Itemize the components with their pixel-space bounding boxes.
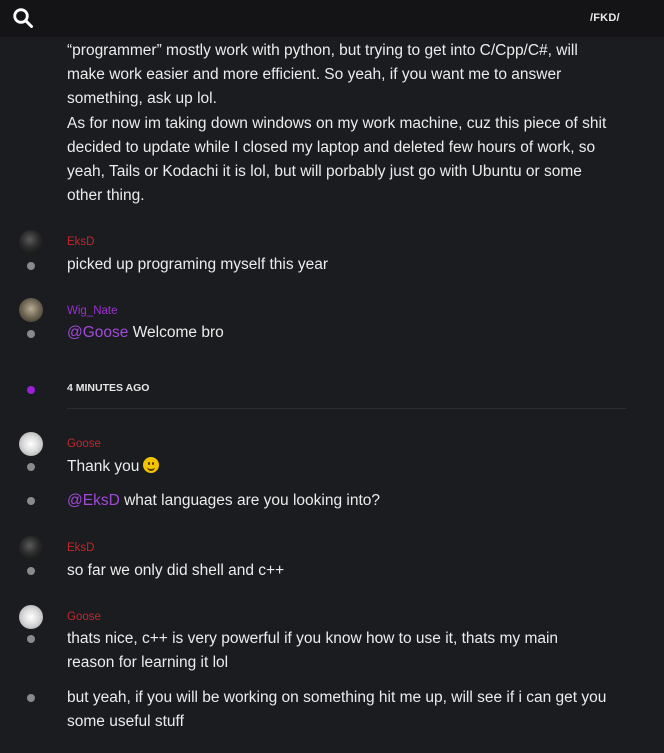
time-separator: 4 MINUTES AGO — [67, 382, 150, 394]
message-text: thats nice, c++ is very powerful if you … — [67, 627, 647, 675]
message-line: “programmer” mostly work with python, bu… — [67, 42, 578, 59]
message-text: @Goose Welcome bro — [67, 321, 647, 345]
message-line: yeah, Tails or Kodachi it is lol, but wi… — [67, 163, 582, 181]
message-line: reason for learning it lol — [67, 654, 229, 672]
message-text: picked up programing myself this year — [67, 256, 329, 273]
message-dot — [27, 694, 35, 702]
message-line: something, ask up lol. — [67, 90, 217, 108]
username[interactable]: Wig_Nate — [67, 305, 118, 317]
search-icon[interactable] — [12, 7, 34, 29]
mention[interactable]: @EksD — [67, 492, 120, 509]
avatar[interactable] — [19, 605, 43, 629]
avatar[interactable] — [19, 230, 43, 254]
message-body: Thank you — [67, 458, 140, 475]
message-body: what languages are you looking into? — [119, 492, 381, 509]
message-line: As for now im taking down windows on my … — [67, 114, 607, 132]
message-line: other thing. — [67, 187, 145, 205]
message-dot — [27, 463, 35, 471]
avatar[interactable] — [19, 298, 43, 322]
message-text: so far we only did shell and c++ — [67, 562, 285, 579]
message-line: thats nice, c++ is very powerful if you … — [67, 630, 559, 647]
smile-emoji-icon — [143, 457, 160, 473]
channel-name[interactable]: /FKD/ — [590, 12, 620, 24]
new-messages-marker — [27, 386, 35, 394]
message-line: make work easier and more efficient. So … — [67, 66, 562, 84]
username[interactable]: Goose — [67, 611, 101, 623]
username[interactable]: EksD — [67, 542, 94, 554]
message-text: Thank you — [67, 455, 647, 479]
username[interactable]: Goose — [67, 438, 101, 450]
avatar[interactable] — [19, 536, 43, 560]
avatar[interactable] — [19, 432, 43, 456]
top-bar: /FKD/ — [0, 0, 664, 37]
message-dot — [27, 635, 35, 643]
message-line: some useful stuff — [67, 713, 184, 731]
mention[interactable]: @Goose — [67, 324, 128, 341]
message-dot — [27, 330, 35, 338]
message-line: but yeah, if you will be working on some… — [67, 689, 607, 706]
message-text: but yeah, if you will be working on some… — [67, 686, 647, 734]
message-dot — [27, 497, 35, 505]
username[interactable]: EksD — [67, 236, 94, 248]
message-line: decided to update while I closed my lapt… — [67, 138, 596, 156]
message-body: Welcome bro — [128, 324, 224, 341]
message-dot — [27, 567, 35, 575]
message-text: “programmer” mostly work with python, bu… — [67, 39, 647, 208]
message-text: @EksD what languages are you looking int… — [67, 489, 647, 513]
divider — [67, 408, 626, 409]
message-dot — [27, 262, 35, 270]
